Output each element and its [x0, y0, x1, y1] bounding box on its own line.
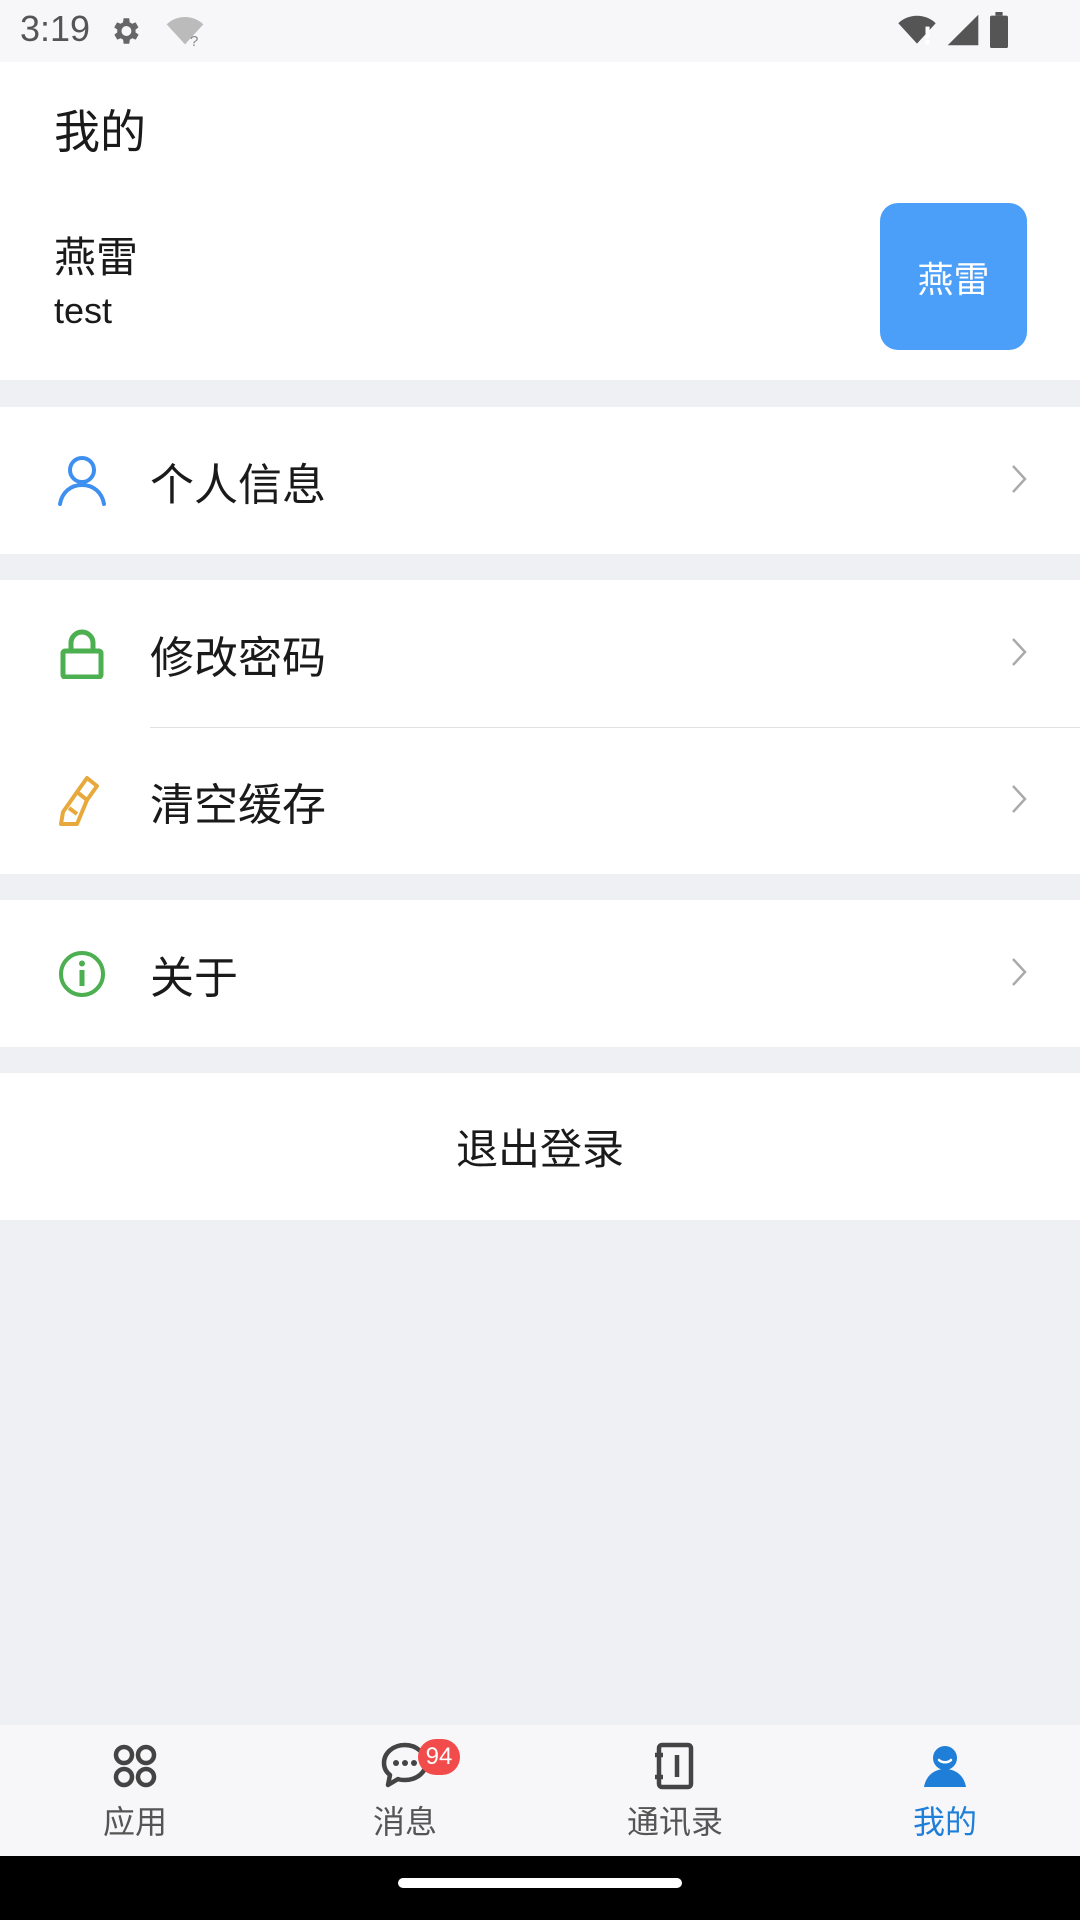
- bottom-tab-bar: 应用 94 消息 通讯录 我的: [0, 1725, 1080, 1856]
- tab-label-contacts: 通讯录: [626, 1803, 723, 1841]
- tab-mine[interactable]: 我的: [810, 1725, 1080, 1856]
- chevron-right-icon: [1010, 636, 1028, 672]
- logout-button[interactable]: 退出登录: [0, 1073, 1080, 1220]
- lock-icon: [54, 626, 110, 682]
- system-nav-bar: [0, 1856, 1080, 1920]
- logout-label: 退出登录: [455, 1125, 624, 1174]
- battery-icon: [988, 12, 1010, 52]
- person-icon: [54, 453, 110, 509]
- chevron-right-icon: [1010, 463, 1028, 499]
- brush-icon: [54, 773, 110, 829]
- signal-icon: [946, 13, 980, 51]
- about-card: 关于: [0, 900, 1080, 1047]
- personal-info-card: 个人信息: [0, 407, 1080, 554]
- wifi-alert-icon: [896, 13, 938, 51]
- tab-label-messages: 消息: [372, 1803, 437, 1841]
- menu-item-clear-cache[interactable]: 清空缓存: [0, 727, 1080, 874]
- security-card: 修改密码 清空缓存: [0, 580, 1080, 874]
- menu-label-change-password: 修改密码: [150, 632, 326, 684]
- menu-label-about: 关于: [150, 952, 238, 1004]
- apps-grid-icon: [110, 1741, 160, 1791]
- page-title: 我的: [54, 105, 146, 159]
- menu-item-change-password[interactable]: 修改密码: [0, 580, 1080, 727]
- status-right-icons: [896, 12, 1010, 52]
- status-time: 3:19: [20, 8, 91, 49]
- address-book-icon: [650, 1741, 700, 1791]
- tab-messages[interactable]: 94 消息: [270, 1725, 540, 1856]
- menu-item-about[interactable]: 关于: [0, 900, 1080, 1047]
- menu-label-personal-info: 个人信息: [150, 459, 326, 511]
- chevron-right-icon: [1010, 956, 1028, 992]
- chevron-right-icon: [1010, 783, 1028, 819]
- message-count-badge: 94: [418, 1739, 460, 1775]
- wifi-unknown-icon: ?: [165, 14, 205, 52]
- info-icon: [54, 946, 110, 1002]
- home-indicator[interactable]: [398, 1878, 682, 1888]
- status-bar: 3:19 ?: [0, 0, 1080, 62]
- menu-item-personal-info[interactable]: 个人信息: [0, 407, 1080, 554]
- svg-text:?: ?: [190, 33, 198, 48]
- tab-contacts[interactable]: 通讯录: [540, 1725, 810, 1856]
- avatar-text: 燕雷: [917, 259, 990, 301]
- tab-apps[interactable]: 应用: [0, 1725, 270, 1856]
- tab-label-apps: 应用: [102, 1803, 167, 1841]
- profile-header: 我的 燕雷 test 燕雷: [0, 62, 1080, 380]
- user-account: test: [54, 290, 113, 331]
- avatar[interactable]: 燕雷: [880, 203, 1027, 350]
- user-profile-icon: [920, 1741, 970, 1791]
- user-name: 燕雷: [54, 233, 139, 282]
- menu-label-clear-cache: 清空缓存: [150, 779, 326, 831]
- tab-label-mine: 我的: [912, 1803, 977, 1841]
- settings-gear-icon: [108, 14, 142, 52]
